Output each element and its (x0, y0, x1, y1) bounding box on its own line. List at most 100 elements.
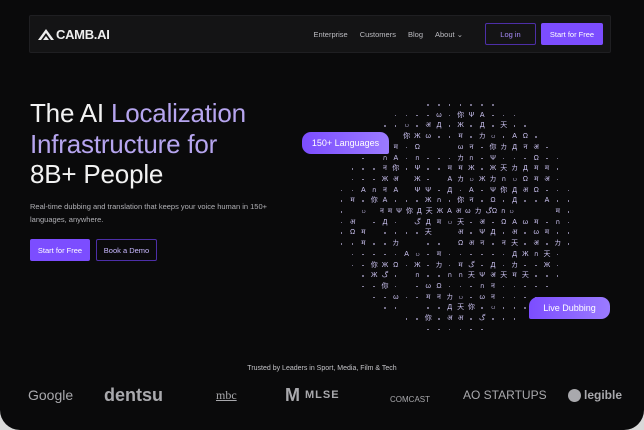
globe-glyph: 你 (370, 197, 378, 205)
chevron-down-icon: ⌄ (456, 29, 463, 39)
globe-dot (427, 114, 429, 117)
globe-dot (351, 253, 354, 256)
globe-glyph: Д (512, 197, 517, 205)
brand-name: CAMB.AI (56, 26, 110, 42)
globe-glyph: अ (447, 315, 453, 322)
globe-glyph: カ (392, 240, 400, 248)
globe-glyph: Д (479, 122, 485, 130)
globe-glyph: ก (458, 272, 463, 280)
globe-glyph: Ж (370, 272, 378, 280)
globe-glyph: Д (490, 261, 496, 269)
nav-about[interactable]: About ⌄ (435, 30, 463, 39)
nav-blog[interactable]: Blog (408, 30, 423, 39)
globe-dot (438, 189, 440, 192)
globe-glyph: A (479, 111, 485, 119)
globe-dot (556, 253, 559, 256)
nav-start-button[interactable]: Start for Free (541, 23, 603, 45)
globe-dot (448, 125, 451, 127)
mlse-m-icon: M (285, 384, 301, 405)
globe-dot (373, 285, 375, 288)
globe-glyph: अ (425, 122, 431, 130)
globe-dot (340, 211, 343, 213)
logo-mlse-text: MLSE (305, 389, 340, 401)
globe-glyph: ပ (447, 218, 452, 226)
globe-glyph: 天 (511, 240, 519, 248)
globe-glyph: Ж (381, 175, 389, 183)
book-demo-button[interactable]: Book a Demo (96, 239, 157, 261)
globe-glyph: न (469, 197, 474, 205)
logo-strip: Google dentsu mbc M MLSE COMCAST AO START… (0, 384, 644, 406)
globe-dot (394, 285, 397, 288)
globe-glyph: ပ (469, 175, 474, 183)
globe-dot (502, 136, 505, 138)
globe-dot (373, 168, 375, 170)
globe-dot (513, 114, 516, 117)
globe-dot (351, 189, 354, 192)
globe-glyph: न (491, 282, 495, 290)
globe-glyph: म (544, 229, 550, 237)
start-free-button[interactable]: Start for Free (30, 239, 90, 261)
globe-dot (524, 157, 526, 159)
globe-glyph: Ж (457, 122, 464, 130)
globe-dot (470, 285, 472, 288)
globe-dot (362, 157, 364, 159)
hero-subtitle: Real-time dubbing and translation that k… (30, 202, 268, 224)
globe-glyph: カ (446, 293, 454, 301)
globe-dot (459, 328, 462, 331)
globe-dot (448, 114, 451, 117)
globe-glyph: A (447, 175, 453, 183)
globe-glyph: A (361, 186, 366, 194)
globe-dot (524, 232, 526, 234)
globe-dot (427, 307, 429, 309)
globe-glyph: ก (415, 272, 420, 280)
globe-dot (384, 253, 386, 256)
globe-glyph: Ψ (414, 165, 421, 173)
globe-dot (546, 243, 548, 245)
globe-glyph: گ (468, 261, 475, 269)
globe-glyph: 天 (543, 250, 551, 258)
globe-glyph: म (555, 208, 560, 215)
globe-dot (416, 125, 418, 127)
globe-dot (416, 232, 418, 234)
globe-glyph: Ψ (414, 186, 421, 194)
globe-glyph: Ж (522, 250, 529, 258)
nav-enterprise[interactable]: Enterprise (314, 30, 348, 39)
globe-dot (394, 200, 397, 202)
globe-glyph: ပ (404, 122, 409, 130)
globe-dot (373, 221, 375, 224)
globe-glyph: Д (512, 143, 517, 151)
globe-glyph: ပ (458, 293, 463, 301)
globe-dot (556, 200, 559, 202)
globe-glyph: ก (534, 250, 539, 258)
globe-dot (535, 285, 537, 288)
login-button[interactable]: Log in (485, 23, 536, 45)
trusted-label: Trusted by Leaders in Sport, Media, Film… (247, 365, 397, 372)
brand-logo[interactable]: CAMB.AI (38, 27, 110, 42)
globe-dot (448, 104, 451, 106)
globe-glyph: म (436, 250, 442, 258)
globe-glyph: Ψ (490, 186, 496, 194)
globe-dot (567, 211, 570, 213)
globe-dot (470, 104, 472, 106)
globe-glyph: 天 (521, 272, 529, 280)
globe-dot (405, 318, 408, 320)
globe-dot (427, 253, 429, 256)
globe-dot (567, 200, 570, 202)
globe-dot (556, 189, 559, 192)
nav-customers[interactable]: Customers (360, 30, 396, 39)
globe-dot (567, 243, 570, 245)
globe-glyph: 天 (457, 304, 465, 312)
globe-glyph: 你 (392, 165, 400, 173)
globe-glyph: 天 (467, 272, 475, 280)
globe-dot (492, 253, 494, 256)
globe-dot (524, 243, 526, 245)
globe-glyph: Ж (414, 175, 421, 183)
globe-dot (340, 200, 343, 202)
globe-glyph: अ (393, 175, 399, 183)
globe-dot (502, 232, 505, 234)
globe-glyph: न (480, 240, 485, 248)
globe-glyph: ก (415, 154, 420, 162)
globe-glyph: Ω (393, 261, 399, 269)
globe-glyph: Д (436, 122, 442, 130)
globe-glyph: Ω (533, 154, 539, 162)
